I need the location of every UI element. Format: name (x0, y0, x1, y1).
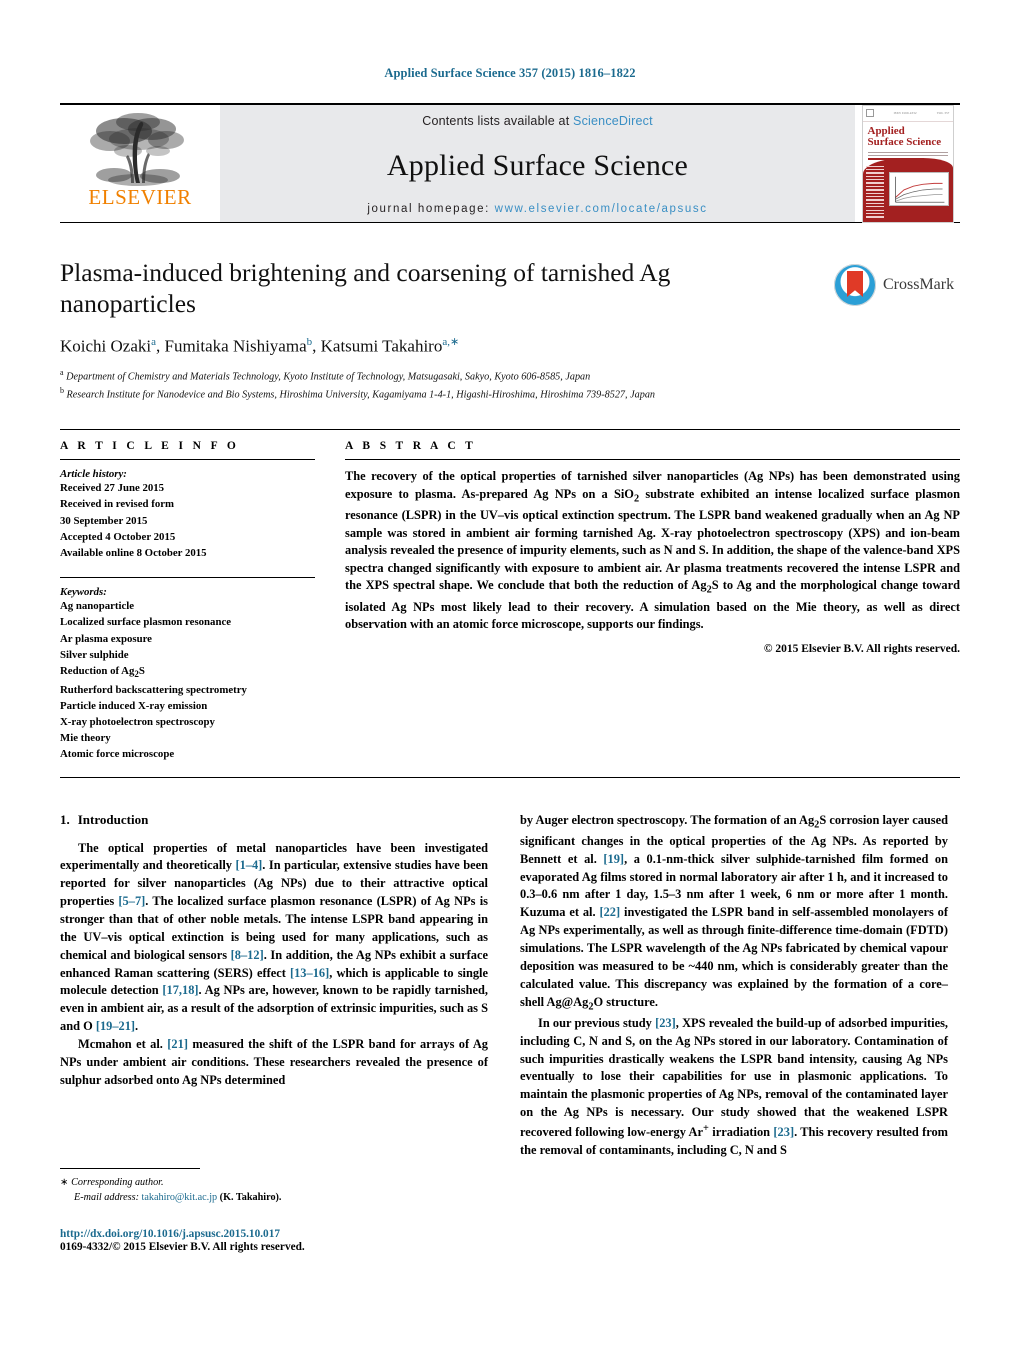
cover-header-text: ISSN 0169-4332 (893, 111, 917, 115)
article-body: 1. Introduction The optical properties of… (60, 812, 960, 1160)
homepage-prefix: journal homepage: (367, 203, 495, 215)
contents-prefix: Contents lists available at (422, 114, 574, 128)
abstract-rule (345, 459, 960, 461)
cover-header-bar: ISSN 0169-4332 VOL 357 (862, 105, 953, 122)
section-number: 1. (60, 811, 70, 827)
abstract-heading: A B S T R A C T (345, 440, 477, 453)
journal-cover-thumbnail: ISSN 0169-4332 VOL 357 Applied Surface S… (855, 104, 960, 223)
affiliation-a: a Department of Chemistry and Materials … (60, 367, 591, 383)
keyword-item: Localized surface plasmon resonance (60, 616, 232, 629)
keyword-item: Rutherford backscattering spectrometry (60, 683, 247, 696)
crossmark-ribbon-icon (847, 271, 863, 297)
intro-paragraph: In our previous study [23], XPS revealed… (520, 1015, 948, 1158)
email-link[interactable]: takahiro@kit.ac.jp (142, 1192, 218, 1203)
corresponding-author-footnote: ∗ Corresponding author. E-mail address: … (60, 1168, 488, 1206)
author-list: Koichi Ozakia, Fumitaka Nishiyamab, Kats… (60, 336, 460, 356)
affiliation-b: b Research Institute for Nanodevice and … (60, 386, 656, 401)
email-label: E-mail address: (74, 1192, 139, 1204)
intro-paragraph: by Auger electron spectroscopy. The form… (520, 812, 948, 1013)
email-owner: (K. Takahiro). (219, 1192, 282, 1204)
abstract-column: A B S T R A C T The recovery of the opti… (345, 440, 960, 762)
corresponding-author-line: ∗ Corresponding author. (60, 1175, 488, 1190)
email-line: E-mail address: takahiro@kit.ac.jp (K. T… (60, 1190, 488, 1205)
doi-link[interactable]: http://dx.doi.org/10.1016/j.apsusc.2015.… (60, 1228, 305, 1240)
cover-editor-list (865, 165, 884, 220)
article-info-column: A R T I C L E I N F O Article history: R… (60, 440, 315, 762)
section-heading-introduction: 1. Introduction (60, 812, 488, 828)
contents-available-line: Contents lists available at ScienceDirec… (422, 114, 653, 128)
info-abstract-row: A R T I C L E I N F O Article history: R… (60, 429, 960, 762)
cover-image: ISSN 0169-4332 VOL 357 Applied Surface S… (861, 104, 954, 223)
keyword-item: Silver sulphide (60, 648, 129, 661)
journal-band: Contents lists available at ScienceDirec… (220, 105, 855, 222)
intro-paragraph: Mcmahon et al. [21] measured the shift o… (60, 1036, 488, 1087)
elsevier-logo: ELSEVIER (60, 105, 220, 222)
issn-copyright-line: 0169-4332/© 2015 Elsevier B.V. All right… (60, 1241, 305, 1253)
keywords-title: Keywords: (60, 586, 107, 599)
footnote-rule (60, 1168, 200, 1169)
keyword-item: Ag nanoparticle (60, 600, 135, 613)
page-title: Plasma-induced brightening and coarsenin… (60, 258, 671, 319)
article-info-heading: A R T I C L E I N F O (60, 440, 240, 453)
history-item: 30 September 2015 (60, 514, 148, 527)
elsevier-wordmark: ELSEVIER (88, 185, 192, 209)
body-column-left: 1. Introduction The optical properties of… (60, 812, 488, 1160)
affiliation-a-text: Department of Chemistry and Materials Te… (66, 371, 591, 383)
keyword-item: X-ray photoelectron spectroscopy (60, 715, 215, 728)
journal-masthead: ELSEVIER Contents lists available at Sci… (60, 103, 960, 223)
affiliation-list: a Department of Chemistry and Materials … (60, 367, 960, 403)
cover-chart-figure (888, 171, 949, 206)
history-item: Received in revised form (60, 498, 175, 511)
history-item: Available online 8 October 2015 (60, 546, 207, 559)
crossmark-label: CrossMark (883, 276, 955, 293)
affiliation-b-text: Research Institute for Nanodevice and Bi… (66, 389, 656, 401)
journal-title: Applied Surface Science (386, 148, 689, 182)
keywords-block: Keywords: Ag nanoparticle Localized surf… (60, 586, 315, 762)
keyword-item: Atomic force microscope (60, 748, 175, 761)
article-info-rule (60, 459, 315, 461)
elsevier-tree-icon (84, 109, 196, 189)
article-history-title: Article history: (60, 468, 127, 481)
keyword-item: Particle induced X-ray emission (60, 699, 208, 712)
journal-homepage-link[interactable]: www.elsevier.com/locate/apsusc (495, 203, 708, 215)
cover-title: Applied Surface Science (863, 122, 953, 149)
journal-article-page: Applied Surface Science 357 (2015) 1816–… (0, 0, 1020, 1351)
cover-publisher-mark-icon (865, 109, 874, 117)
article-history-list: Received 27 June 2015 Received in revise… (60, 480, 315, 561)
running-head: Applied Surface Science 357 (2015) 1816–… (384, 66, 636, 80)
keyword-item: Mie theory (60, 732, 111, 745)
corresponding-label: Corresponding author. (71, 1177, 164, 1188)
abstract-text: The recovery of the optical properties o… (345, 469, 960, 632)
history-item: Received 27 June 2015 (60, 482, 165, 495)
doi-block: http://dx.doi.org/10.1016/j.apsusc.2015.… (60, 1228, 305, 1253)
body-column-right: by Auger electron spectroscopy. The form… (520, 812, 948, 1160)
info-section-bottom-rule (60, 776, 960, 778)
keyword-item: Reduction of Ag2S (60, 664, 145, 680)
corresponding-marker: ∗ (60, 1177, 69, 1188)
crossmark-badge[interactable]: CrossMark (834, 261, 960, 309)
cover-volume-text: VOL 357 (936, 111, 950, 115)
keyword-item: Ar plasma exposure (60, 632, 152, 645)
abstract-copyright: © 2015 Elsevier B.V. All rights reserved… (763, 642, 960, 655)
history-item: Accepted 4 October 2015 (60, 530, 176, 543)
section-title: Introduction (77, 811, 149, 827)
cover-title-line2: Surface Science (867, 136, 942, 149)
article-title-block: CrossMark Plasma-induced brightening and… (60, 257, 960, 403)
sciencedirect-link[interactable]: ScienceDirect (573, 114, 653, 128)
intro-paragraph: The optical properties of metal nanopart… (60, 840, 488, 1034)
journal-homepage-line: journal homepage: www.elsevier.com/locat… (367, 203, 707, 215)
crossmark-icon (834, 264, 876, 306)
keywords-rule (60, 577, 315, 579)
